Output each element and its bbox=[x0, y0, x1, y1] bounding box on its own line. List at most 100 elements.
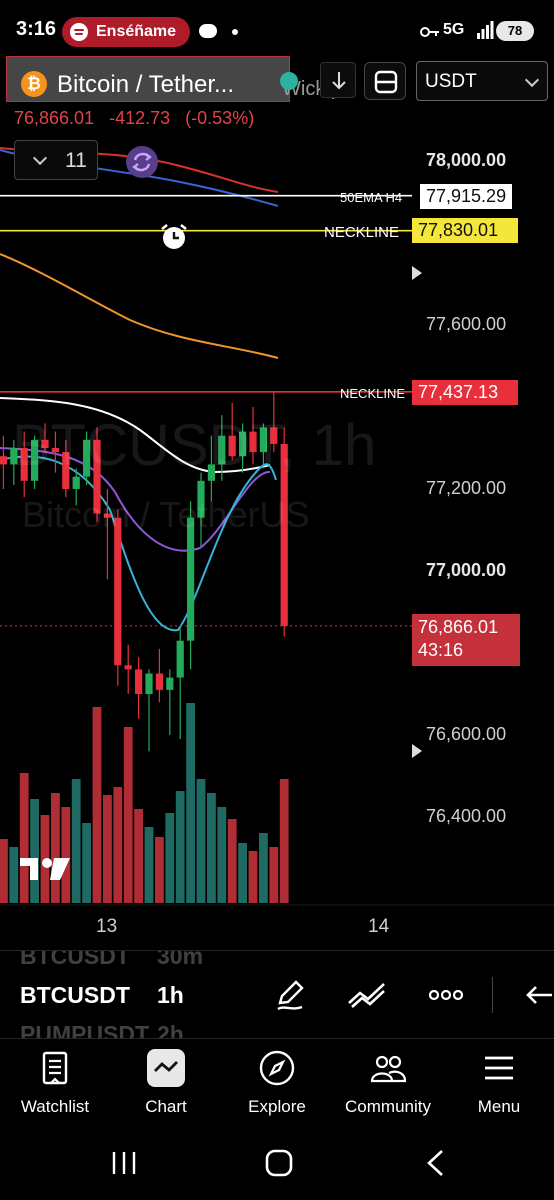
candle-countdown: 43:16 bbox=[418, 640, 464, 660]
indicator-count: 11 bbox=[65, 149, 87, 172]
volume-bar bbox=[92, 707, 102, 903]
status-bar: 3:16 Enséñame 5G 78 bbox=[0, 0, 554, 62]
volume-bar bbox=[51, 793, 60, 903]
pencil-icon[interactable] bbox=[272, 977, 308, 1013]
description-watermark: Bitcoin / TetherUS bbox=[22, 494, 310, 535]
symbol-name: Bitcoin / Tether... bbox=[57, 71, 234, 98]
ma-line-cyan bbox=[0, 455, 277, 632]
nav-item-chart[interactable]: Chart bbox=[111, 1039, 221, 1131]
volume-bar bbox=[248, 851, 258, 903]
price-axis-label: 78,000.00 bbox=[426, 150, 507, 170]
spotify-icon bbox=[70, 23, 88, 41]
volume-bar bbox=[186, 703, 195, 903]
ma-line-orange bbox=[0, 253, 279, 359]
volume-bar bbox=[103, 795, 112, 903]
currency-select[interactable]: USDT bbox=[416, 61, 548, 101]
spotify-label: Enséñame bbox=[96, 23, 177, 40]
last-price: 76,866.01 bbox=[14, 108, 95, 128]
symbol-watermark: BTCUSDT, 1h bbox=[12, 413, 377, 478]
neckline-lower-price-tag: 77,437.13 bbox=[412, 380, 518, 405]
interval-row[interactable]: PUMPUSDT 2h bbox=[0, 1021, 260, 1038]
nav-item-menu[interactable]: Menu bbox=[444, 1039, 554, 1131]
refresh-button[interactable] bbox=[126, 146, 158, 178]
alarm-icon[interactable] bbox=[158, 222, 190, 252]
spotify-notification-pill[interactable]: Enséñame bbox=[62, 17, 190, 47]
interval-row[interactable]: BTCUSDT 30m bbox=[0, 951, 260, 973]
volume-bar bbox=[165, 813, 175, 903]
watchlist-icon bbox=[42, 1051, 68, 1085]
candle-body bbox=[155, 673, 163, 690]
volume-bar bbox=[259, 833, 268, 903]
signal-icon bbox=[477, 21, 494, 39]
neckline-lower-label: NECKLINE bbox=[340, 386, 406, 401]
back-icon[interactable] bbox=[424, 1148, 446, 1178]
chevron-down-icon bbox=[524, 72, 540, 88]
recent-apps-icon[interactable] bbox=[110, 1150, 138, 1176]
refresh-icon bbox=[132, 152, 152, 172]
nav-item-watchlist[interactable]: Watchlist bbox=[0, 1039, 110, 1131]
key-icon bbox=[420, 27, 439, 37]
candle-body bbox=[145, 673, 153, 694]
play-arrow-icon[interactable] bbox=[410, 742, 424, 760]
arrow-down-icon bbox=[332, 72, 346, 90]
interval-symbol: BTCUSDT bbox=[20, 982, 130, 1008]
price-axis-label: 77,200.00 bbox=[426, 478, 507, 498]
time-axis-label: 14 bbox=[368, 916, 390, 937]
layout-button[interactable] bbox=[364, 62, 406, 100]
volume-bar bbox=[196, 779, 206, 903]
price-change-percent: (-0.53%) bbox=[185, 108, 255, 128]
candle-body bbox=[124, 665, 132, 670]
volume-bar bbox=[134, 809, 143, 903]
arrow-down-button[interactable] bbox=[320, 62, 356, 98]
interval-row-selected[interactable]: BTCUSDT 1h bbox=[0, 982, 260, 1012]
more-icon[interactable] bbox=[428, 985, 464, 1005]
bitcoin-logo-icon: ₿ bbox=[21, 71, 47, 97]
chart-header: ₿ Bitcoin / Tether... Wick p USDT bbox=[0, 54, 554, 110]
volume-bar bbox=[123, 727, 133, 903]
volume-bar bbox=[279, 779, 289, 903]
volume-bar bbox=[269, 847, 279, 903]
menu-icon bbox=[485, 1056, 513, 1080]
volume-bar bbox=[155, 837, 164, 903]
nav-label: Menu bbox=[477, 1097, 521, 1116]
time-axis-label: 13 bbox=[96, 916, 118, 937]
neckline-upper-price-tag: 77,830.01 bbox=[412, 218, 518, 243]
volume-bar bbox=[30, 799, 39, 903]
nav-item-community[interactable]: Community bbox=[333, 1039, 443, 1131]
nav-label: Chart bbox=[145, 1097, 187, 1116]
volume-bar bbox=[207, 793, 216, 903]
volume-bar bbox=[82, 823, 91, 903]
nav-label: Watchlist bbox=[20, 1097, 90, 1116]
volume-bar bbox=[144, 827, 154, 903]
candle-body bbox=[114, 517, 122, 666]
indicators-toggle[interactable]: 11 bbox=[14, 140, 98, 180]
interval-timeframe: 2h bbox=[157, 1021, 184, 1038]
chat-icon bbox=[199, 24, 217, 38]
chevron-down-icon bbox=[32, 150, 48, 166]
play-arrow-icon[interactable] bbox=[410, 264, 424, 282]
last-price-tag: 76,866.01 43:16 bbox=[412, 614, 520, 666]
symbol-search-button[interactable]: ₿ Bitcoin / Tether... bbox=[6, 56, 290, 102]
undo-icon[interactable] bbox=[522, 981, 552, 1009]
ema-line-label: 50EMA H4 bbox=[340, 190, 403, 205]
nav-label: Community bbox=[345, 1097, 431, 1116]
interval-timeframe: 1h bbox=[157, 982, 184, 1008]
volume-bar bbox=[71, 779, 81, 903]
volume-bar bbox=[175, 791, 185, 903]
price-axis-label: 76,600.00 bbox=[426, 724, 507, 744]
nav-item-explore[interactable]: Explore bbox=[222, 1039, 332, 1131]
volume-bar bbox=[238, 843, 247, 903]
tradingview-logo bbox=[20, 858, 70, 880]
price-axis-label: 77,000.00 bbox=[426, 560, 507, 580]
interval-symbol: PUMPUSDT bbox=[20, 1021, 150, 1038]
network-label: 5G bbox=[443, 21, 465, 38]
nav-label: Explore bbox=[248, 1097, 306, 1116]
divider bbox=[492, 977, 493, 1013]
battery-indicator: 78 bbox=[496, 21, 534, 41]
home-icon[interactable] bbox=[264, 1148, 294, 1178]
neckline-upper-label: NECKLINE bbox=[324, 224, 400, 241]
sync-status-icon bbox=[280, 72, 298, 90]
layout-icon bbox=[374, 70, 398, 94]
candle-body bbox=[166, 677, 174, 690]
trendline-icon[interactable] bbox=[346, 979, 388, 1011]
